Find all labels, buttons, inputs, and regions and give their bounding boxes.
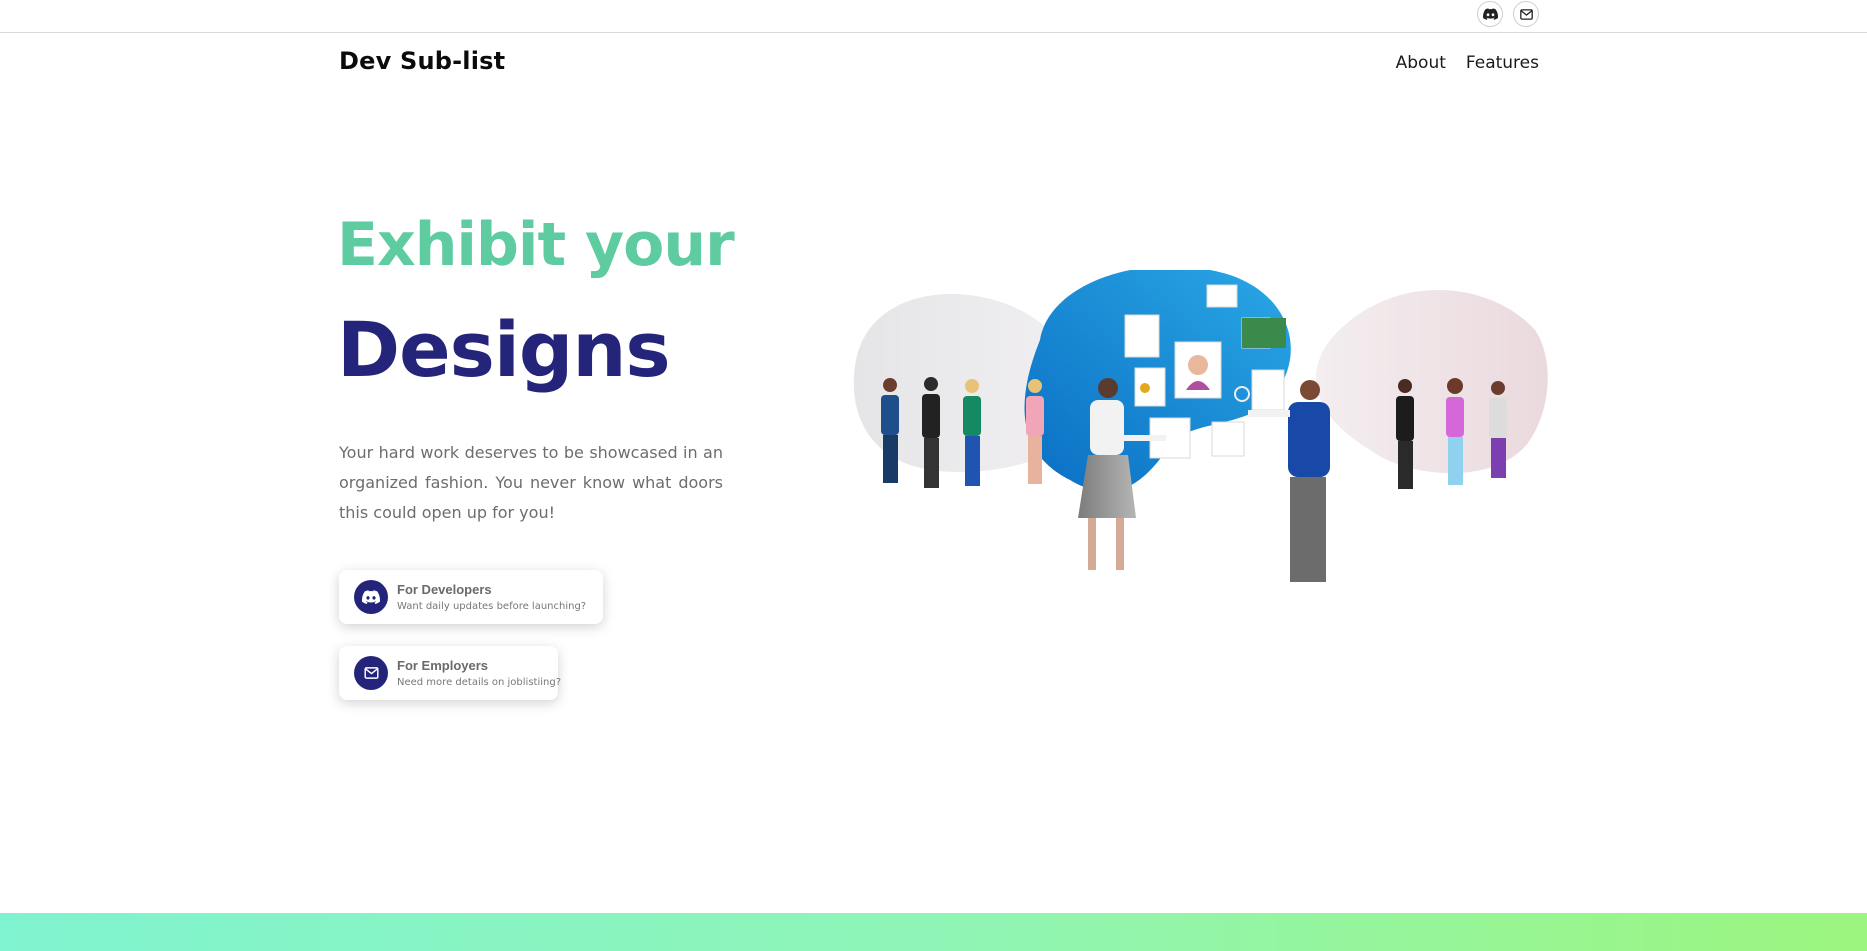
mail-icon [1519, 8, 1533, 20]
top-utility-bar [0, 0, 1867, 33]
discord-icon [362, 590, 380, 604]
nav-link-features[interactable]: Features [1466, 53, 1539, 73]
hero-description: Your hard work deserves to be showcased … [339, 443, 723, 522]
for-developers-button[interactable]: For Developers Want daily updates before… [339, 570, 603, 624]
hero-illustration [853, 270, 1548, 582]
discord-link[interactable] [1477, 1, 1503, 27]
hero-heading-line2: Designs [337, 305, 671, 394]
cta-text: For Developers Want daily updates before… [397, 582, 586, 612]
for-employers-button[interactable]: For Employers Need more details on jobli… [339, 646, 561, 700]
cta-title: For Employers [397, 658, 489, 673]
brand-logo[interactable]: Dev Sub-list [339, 47, 505, 75]
main-navbar: Dev Sub-list About Features [0, 33, 1867, 93]
mail-link[interactable] [1513, 1, 1539, 27]
cta-icon-badge [354, 580, 388, 614]
hero-heading-line1: Exhibit your [337, 210, 735, 280]
cta-title: For Developers [397, 582, 492, 597]
cta-text: For Employers Need more details on jobli… [397, 658, 561, 688]
mail-icon [363, 667, 379, 679]
cta-subtitle: Need more details on joblistiing? [397, 677, 562, 688]
cta-icon-badge [354, 656, 388, 690]
cta-subtitle: Want daily updates before launching? [397, 601, 587, 612]
nav-link-about[interactable]: About [1396, 53, 1446, 73]
discord-icon [1482, 8, 1498, 20]
nav-links: About Features [1396, 53, 1539, 73]
footer-gradient-band [0, 913, 1867, 951]
